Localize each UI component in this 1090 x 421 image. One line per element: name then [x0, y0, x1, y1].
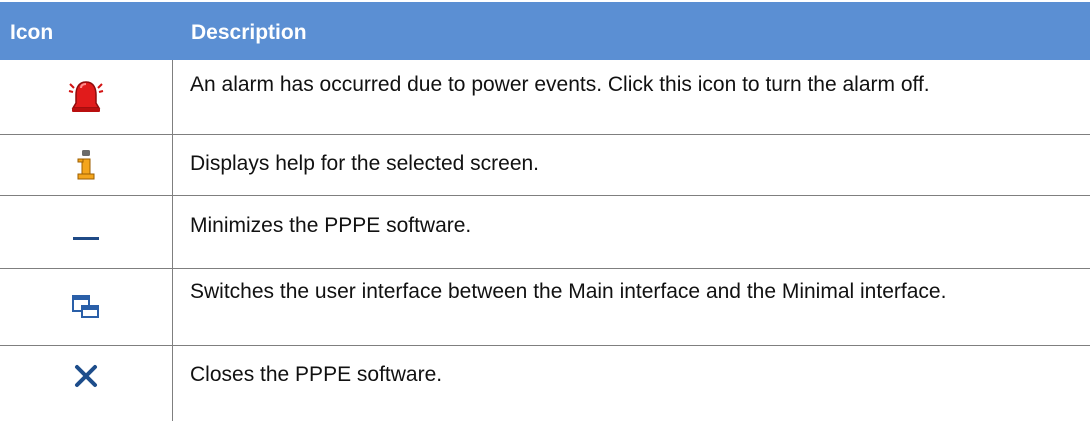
row-description: Switches the user interface between the …: [190, 280, 947, 303]
switch-interface-icon[interactable]: [0, 269, 172, 345]
row-description: Minimizes the PPPE software.: [190, 214, 472, 237]
minimize-icon[interactable]: [0, 196, 172, 268]
row-description: Closes the PPPE software.: [190, 363, 443, 386]
info-help-icon[interactable]: [0, 135, 172, 195]
header-description: Description: [191, 21, 307, 44]
icon-description-table: Icon Description An alarm has occurred d…: [0, 0, 1090, 421]
alarm-bell-icon[interactable]: [0, 60, 172, 134]
table-header: Icon Description: [0, 2, 1090, 60]
table-row: An alarm has occurred due to power event…: [0, 60, 1090, 134]
row-description: Displays help for the selected screen.: [190, 152, 540, 175]
header-icon: Icon: [10, 21, 54, 44]
table-row: Minimizes the PPPE software.: [0, 196, 1090, 268]
table-row: Displays help for the selected screen.: [0, 135, 1090, 195]
table-row: Switches the user interface between the …: [0, 269, 1090, 345]
table-row: Closes the PPPE software.: [0, 346, 1090, 421]
row-description: An alarm has occurred due to power event…: [190, 73, 930, 96]
close-icon[interactable]: [0, 346, 172, 406]
